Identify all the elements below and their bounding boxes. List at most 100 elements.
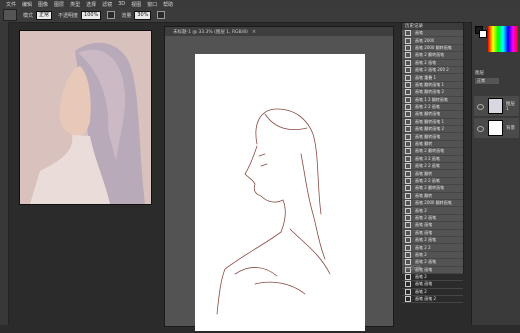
brush-icon — [405, 52, 411, 59]
layer-row-1[interactable]: 图层 1 — [474, 96, 519, 116]
history-item-label: 画笔 重叠 1 — [415, 74, 437, 80]
history-item-label: 画笔 翻转画笔 2 — [415, 126, 445, 132]
history-item[interactable]: 画笔 2 翻转画笔 — [402, 52, 463, 60]
history-item-label: 画笔 — [415, 30, 423, 36]
history-item-label: 画笔 2 2 画笔 — [415, 178, 440, 183]
history-item[interactable]: 画笔 2 翻转画笔 — [402, 185, 463, 193]
brush-tool-icon[interactable] — [3, 9, 17, 21]
color-spectrum-picker[interactable] — [488, 26, 518, 52]
history-item[interactable]: 画笔 2000 翻转画笔 — [402, 44, 463, 53]
brush-icon — [405, 96, 411, 103]
history-item[interactable]: 画笔 2 2 — [402, 244, 463, 252]
history-item[interactable]: 画笔 翻转画笔 1 — [402, 81, 463, 90]
menu-layer[interactable]: 图层 — [54, 1, 64, 8]
history-item[interactable]: 画笔 1 2 翻转画笔 — [402, 96, 463, 104]
pressure-opacity-toggle[interactable] — [107, 11, 116, 19]
eye-icon[interactable] — [477, 104, 484, 110]
history-item[interactable]: 画笔 3 2 画笔 — [402, 155, 463, 164]
history-item[interactable]: 画笔 画笔 — [402, 222, 463, 230]
document-title: 未标题-1 @ 33.3% (图层 1, RGB/8) — [173, 29, 248, 35]
history-item[interactable]: 画笔 画笔 2 — [402, 296, 463, 304]
history-item[interactable]: 画笔 重叠 1 — [402, 74, 463, 82]
history-item[interactable]: 画笔 2 翻转画笔 — [402, 148, 463, 156]
brush-icon — [405, 133, 411, 140]
menu-filter[interactable]: 滤镜 — [102, 1, 112, 8]
history-item[interactable]: 画笔 2000 翻转画笔 — [402, 200, 463, 208]
opacity-field[interactable]: 100% — [81, 10, 102, 20]
history-panel: 历史记录 画笔 画笔 2000 画笔 2000 翻转画笔 画笔 2 翻转画笔 画笔 2 … — [401, 22, 464, 304]
history-item[interactable]: 画笔 2 2 画笔 — [402, 104, 463, 112]
airbrush-toggle[interactable] — [157, 11, 166, 19]
menu-help[interactable]: 帮助 — [163, 1, 173, 8]
history-list: 画笔 画笔 2000 画笔 2000 翻转画笔 画笔 2 翻转画笔 画笔 2 画笔 画笔 … — [402, 30, 463, 304]
menu-3d[interactable]: 3D — [118, 1, 125, 7]
history-item[interactable]: 画笔 2 画笔 — [402, 59, 463, 67]
brush-icon — [405, 296, 411, 303]
history-item[interactable]: 画笔 2 — [402, 274, 463, 282]
history-item[interactable]: 画笔 2 — [402, 207, 463, 215]
history-item[interactable]: 画笔 翻转画笔 2 — [402, 126, 463, 134]
menu-window[interactable]: 窗口 — [147, 1, 157, 8]
history-item-label: 画笔 2000 翻转画笔 — [415, 44, 452, 50]
mode-label: 模式 — [23, 12, 34, 19]
history-item[interactable]: 画笔 翻转画笔 2 — [402, 89, 463, 97]
history-item-label: 画笔 画笔 — [415, 281, 433, 287]
eye-icon[interactable] — [477, 126, 484, 132]
history-item-label: 画笔 翻转 — [415, 141, 433, 147]
brush-icon — [405, 214, 411, 221]
history-item[interactable]: 画笔 2 — [402, 251, 463, 260]
brush-icon — [405, 185, 411, 192]
history-item[interactable]: 画笔 2 2 画笔 — [402, 163, 463, 171]
history-item-label: 画笔 2 翻转画笔 — [415, 185, 445, 191]
history-item[interactable]: 画笔 翻转画笔 1 — [402, 118, 463, 127]
history-item[interactable]: 画笔 翻转画笔 — [402, 133, 463, 141]
brush-icon — [405, 200, 411, 207]
blend-mode-select[interactable]: 正常 — [475, 78, 499, 84]
menu-type[interactable]: 类型 — [70, 1, 80, 8]
history-item[interactable]: 画笔 画笔 — [402, 281, 463, 289]
history-item-label: 画笔 画笔 — [415, 229, 433, 235]
history-item[interactable]: 画笔 2 画笔 200 2 — [402, 67, 463, 75]
menu-edit[interactable]: 编辑 — [22, 1, 32, 8]
history-item[interactable]: 画笔 2 画笔 — [402, 237, 463, 245]
brush-icon — [405, 229, 411, 236]
history-item[interactable]: 画笔 翻转 — [402, 141, 463, 149]
history-item[interactable]: 画笔 翻转画笔 — [402, 111, 463, 119]
history-item-label: 画笔 2 — [415, 288, 427, 294]
history-item[interactable]: 画笔 翻转 — [402, 192, 463, 200]
close-icon[interactable]: × — [252, 29, 256, 35]
history-item[interactable]: 画笔 2 — [402, 288, 463, 297]
history-item[interactable]: 画笔 翻转 — [402, 170, 463, 178]
menu-select[interactable]: 选择 — [86, 1, 96, 8]
mode-select[interactable]: 正常 — [36, 10, 53, 20]
brush-icon — [405, 104, 411, 111]
drawing-canvas[interactable] — [195, 54, 365, 331]
history-item-label: 画笔 2 画笔 — [415, 214, 437, 220]
history-item-label: 画笔 2 — [415, 251, 427, 257]
document-window: 未标题-1 @ 33.3% (图层 1, RGB/8) × — [164, 26, 394, 331]
history-item[interactable]: 画笔 画笔 — [402, 229, 463, 237]
background-color-swatch[interactable] — [479, 30, 487, 38]
menu-image[interactable]: 图像 — [38, 1, 48, 8]
layer-thumbnail — [488, 98, 503, 114]
history-item[interactable]: 画笔 2000 — [402, 37, 463, 45]
layer-row-background[interactable]: 背景 — [474, 118, 519, 138]
history-item-label: 画笔 画笔 2 — [415, 296, 437, 302]
layers-panel-label: 图层 — [475, 71, 484, 76]
menu-file[interactable]: 文件 — [6, 1, 16, 8]
reference-photo — [19, 30, 152, 205]
brush-icon — [405, 67, 411, 74]
flow-field[interactable]: 30% — [134, 10, 152, 20]
document-tab[interactable]: 未标题-1 @ 33.3% (图层 1, RGB/8) × — [165, 27, 393, 36]
layer-name: 图层 1 — [505, 101, 515, 112]
history-item[interactable]: 画笔 2 画笔 — [402, 214, 463, 223]
brush-icon — [405, 111, 411, 118]
history-item-label: 画笔 2 画笔 — [415, 237, 437, 243]
toolbox — [0, 22, 9, 325]
history-item[interactable]: 画笔 2 2 画笔 — [402, 178, 463, 186]
brush-icon — [405, 163, 411, 170]
history-item-label: 画笔 2 画笔 200 2 — [415, 67, 449, 73]
sketch-drawing — [216, 108, 331, 315]
menu-view[interactable]: 视图 — [131, 1, 141, 8]
history-item[interactable]: 画笔 — [402, 30, 463, 38]
